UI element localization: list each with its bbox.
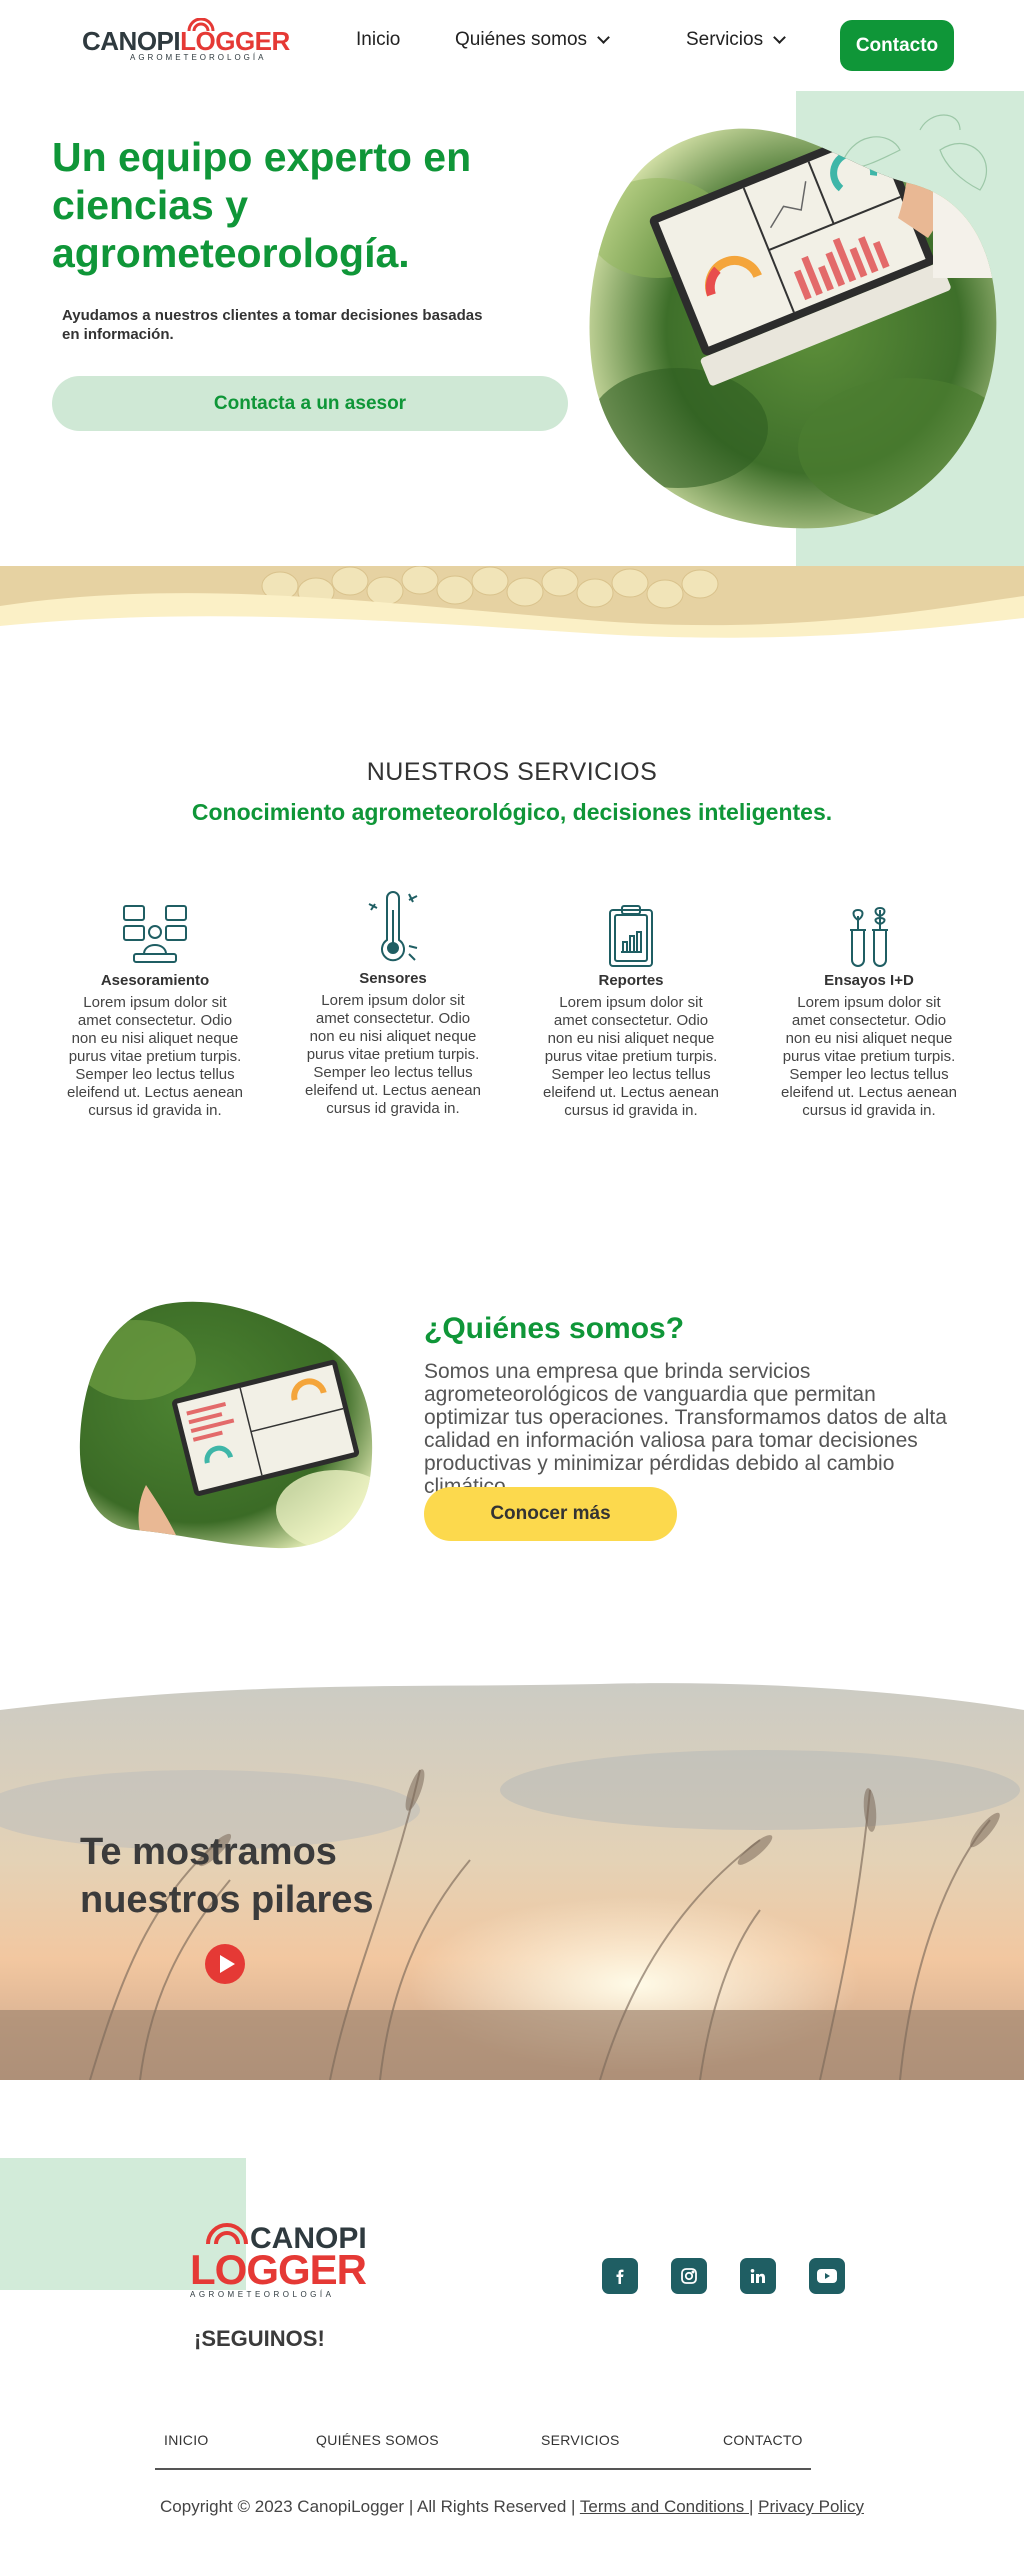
- footer-nav-quienes-somos[interactable]: QUIÉNES SOMOS: [316, 2432, 439, 2448]
- logo-part1: CANOPI: [82, 26, 181, 56]
- nav-label: Quiénes somos: [455, 29, 588, 50]
- soybean-band-decoration: [0, 566, 1024, 666]
- service-description: Lorem ipsum dolor sit amet consectetur. …: [543, 994, 719, 1119]
- services-kicker: NUESTROS SERVICIOS: [366, 758, 658, 786]
- follow-us-label: ¡SEGUINOS!: [194, 2326, 325, 2351]
- nav-item-inicio[interactable]: Inicio: [356, 29, 400, 51]
- page: CANOPILOGGER AGROMETEOROLOGÍA Inicio Qui…: [0, 0, 1024, 2574]
- facebook-icon[interactable]: [602, 2258, 638, 2294]
- hero-title: Un equipo experto en ciencias y agromete…: [52, 134, 472, 276]
- link-separator: |: [749, 2497, 754, 2516]
- footer-logo[interactable]: CANOPI LOGGER AGROMETEOROLOGÍA: [188, 2218, 367, 2302]
- top-navigation: CANOPILOGGER AGROMETEOROLOGÍA Inicio Qui…: [0, 0, 1024, 90]
- services-title: Conocimiento agrometeorológico, decision…: [191, 799, 833, 825]
- service-description: Lorem ipsum dolor sit amet consectetur. …: [781, 994, 957, 1119]
- footer-nav-servicios[interactable]: SERVICIOS: [541, 2432, 620, 2448]
- service-title: Reportes: [598, 972, 664, 989]
- about-text: Somos una empresa que brinda servicios a…: [424, 1360, 947, 1498]
- play-button-icon[interactable]: [205, 1944, 245, 1984]
- nav-label: Servicios: [686, 29, 764, 50]
- service-description: Lorem ipsum dolor sit amet consectetur. …: [305, 992, 481, 1117]
- footer-logo-part2: LOGGER: [190, 2246, 367, 2293]
- service-card: Ensayos I+D Lorem ipsum dolor sit amet c…: [771, 890, 967, 1120]
- chevron-down-icon: [773, 31, 786, 44]
- hero-subtitle: Ayudamos a nuestros clientes a tomar dec…: [62, 307, 483, 343]
- signal-icon: [187, 18, 215, 32]
- copyright-text: Copyright © 2023 CanopiLogger | All Righ…: [160, 2497, 576, 2516]
- logo-tagline: AGROMETEOROLOGÍA: [130, 53, 267, 62]
- nav-item-servicios[interactable]: Servicios: [686, 29, 786, 51]
- instagram-icon[interactable]: [671, 2258, 707, 2294]
- service-card: Sensores Lorem ipsum dolor sit amet cons…: [295, 890, 491, 1118]
- clipboard-chart-icon: [609, 905, 653, 967]
- about-title: ¿Quiénes somos?: [424, 1312, 685, 1345]
- footer-logo-tagline: AGROMETEOROLOGÍA: [190, 2290, 335, 2299]
- footer-nav-contacto[interactable]: CONTACTO: [723, 2432, 803, 2448]
- nav-label: Inicio: [356, 29, 401, 50]
- chevron-down-icon: [597, 31, 610, 44]
- footer-divider: [155, 2468, 811, 2470]
- consulting-icon: [123, 905, 187, 963]
- youtube-icon[interactable]: [809, 2258, 845, 2294]
- linkedin-icon[interactable]: [740, 2258, 776, 2294]
- contact-advisor-button[interactable]: Contacta a un asesor: [52, 376, 568, 431]
- thermometer-icon: [368, 891, 418, 962]
- signal-icon: [206, 2223, 248, 2245]
- service-card: Asesoramiento Lorem ipsum dolor sit amet…: [57, 890, 253, 1120]
- brand-logo[interactable]: CANOPILOGGER AGROMETEOROLOGÍA: [82, 18, 290, 64]
- hero-image-laptop: [589, 128, 997, 529]
- privacy-link[interactable]: Privacy Policy: [758, 2497, 864, 2516]
- service-title: Asesoramiento: [100, 972, 210, 989]
- copyright: Copyright © 2023 CanopiLogger | All Righ…: [0, 2497, 1024, 2517]
- learn-more-button[interactable]: Conocer más: [424, 1487, 677, 1541]
- service-description: Lorem ipsum dolor sit amet consectetur. …: [67, 994, 243, 1119]
- terms-link[interactable]: Terms and Conditions: [580, 2497, 749, 2516]
- test-tubes-plant-icon: [850, 907, 888, 967]
- service-title: Sensores: [359, 970, 427, 987]
- nav-item-quienes-somos[interactable]: Quiénes somos: [455, 29, 610, 51]
- video-title: Te mostramos nuestros pilares: [80, 1831, 374, 1921]
- contact-button[interactable]: Contacto: [840, 20, 954, 71]
- service-card: Reportes Lorem ipsum dolor sit amet cons…: [533, 890, 729, 1120]
- service-title: Ensayos I+D: [824, 972, 914, 989]
- about-image-laptop: [79, 1301, 373, 1549]
- footer-nav-inicio[interactable]: INICIO: [164, 2432, 209, 2448]
